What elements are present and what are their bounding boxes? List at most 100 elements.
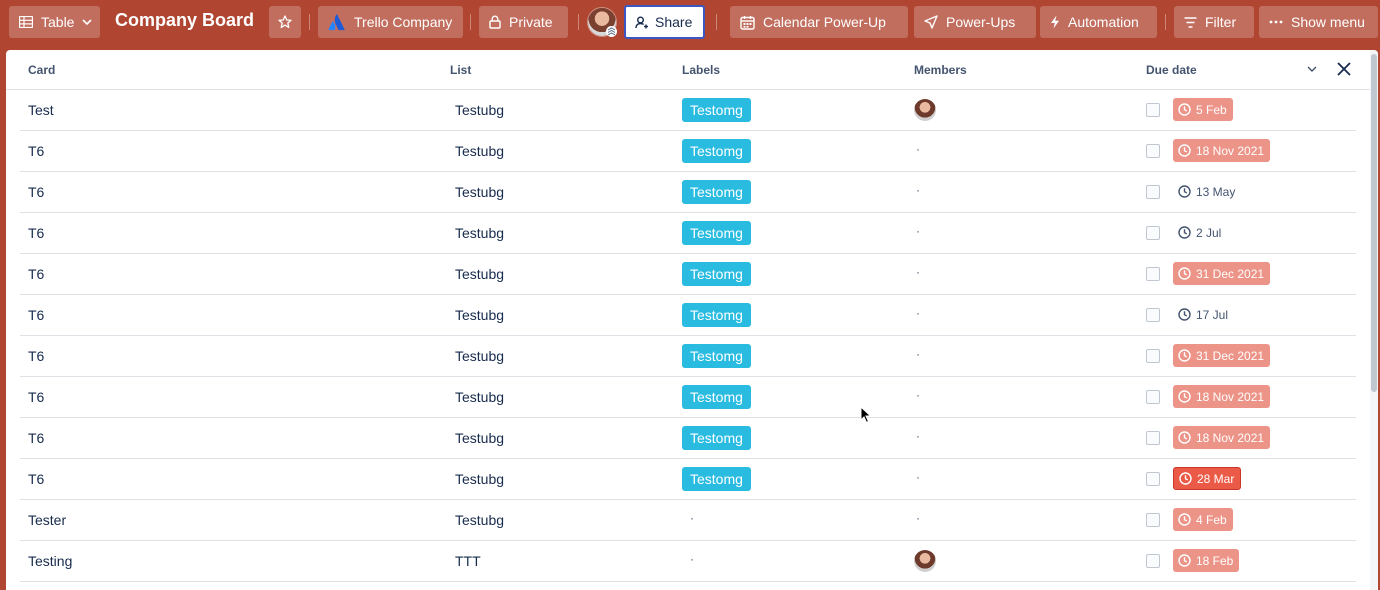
due-date-badge[interactable]: 18 Feb	[1173, 549, 1240, 572]
table-row[interactable]: Testing TTT · 18 Feb	[20, 541, 1356, 582]
card-name[interactable]: T6	[28, 430, 44, 446]
table-row[interactable]: T6 Testubg Testomg · 17 Jul	[20, 295, 1356, 336]
list-name[interactable]: Testubg	[455, 430, 504, 446]
list-name[interactable]: Testubg	[455, 102, 504, 118]
list-name[interactable]: TTT	[455, 553, 481, 569]
card-name[interactable]: T6	[28, 389, 44, 405]
due-complete-checkbox[interactable]	[1146, 472, 1160, 486]
close-icon[interactable]	[1337, 62, 1351, 76]
table-row[interactable]: T6 Testubg Testomg · 31 Dec 2021	[20, 254, 1356, 295]
list-name[interactable]: Testubg	[455, 307, 504, 323]
table-row[interactable]: T6 Testubg Testomg · 18 Nov 2021	[20, 418, 1356, 459]
chevron-down-icon[interactable]	[1307, 66, 1317, 72]
due-complete-checkbox[interactable]	[1146, 226, 1160, 240]
scrollbar-thumb[interactable]	[1371, 54, 1377, 392]
label-chip[interactable]: Testomg	[682, 385, 751, 409]
label-chip[interactable]: Testomg	[682, 139, 751, 163]
list-name[interactable]: Testubg	[455, 143, 504, 159]
empty-members-placeholder[interactable]: ·	[916, 511, 920, 525]
table-row[interactable]: T6 Testubg Testomg · 18 Nov 2021	[20, 131, 1356, 172]
due-complete-checkbox[interactable]	[1146, 308, 1160, 322]
empty-members-placeholder[interactable]: ·	[916, 183, 920, 197]
due-date-badge[interactable]: 17 Jul	[1173, 303, 1234, 326]
due-complete-checkbox[interactable]	[1146, 431, 1160, 445]
due-complete-checkbox[interactable]	[1146, 554, 1160, 568]
filter-button[interactable]: Filter	[1174, 6, 1254, 38]
star-button[interactable]	[269, 6, 301, 38]
due-date-badge[interactable]: 28 Mar	[1173, 467, 1242, 490]
due-complete-checkbox[interactable]	[1146, 144, 1160, 158]
due-complete-checkbox[interactable]	[1146, 390, 1160, 404]
label-chip[interactable]: Testomg	[682, 262, 751, 286]
member-avatar[interactable]	[914, 99, 936, 121]
table-row[interactable]: T6 Testubg Testomg · 31 Dec 2021	[20, 336, 1356, 377]
powerups-button[interactable]: Power-Ups	[914, 6, 1036, 38]
due-complete-checkbox[interactable]	[1146, 349, 1160, 363]
label-chip[interactable]: Testomg	[682, 426, 751, 450]
card-name[interactable]: T6	[28, 225, 44, 241]
calendar-powerup-button[interactable]: Calendar Power-Up	[730, 6, 908, 38]
due-complete-checkbox[interactable]	[1146, 513, 1160, 527]
label-chip[interactable]: Testomg	[682, 303, 751, 327]
board-title[interactable]: Company Board	[115, 10, 254, 31]
due-complete-checkbox[interactable]	[1146, 267, 1160, 281]
due-complete-checkbox[interactable]	[1146, 185, 1160, 199]
table-row[interactable]: T6 Testubg Testomg · 18 Nov 2021	[20, 377, 1356, 418]
label-chip[interactable]: Testomg	[682, 98, 751, 122]
empty-members-placeholder[interactable]: ·	[916, 470, 920, 484]
workspace-button[interactable]: Trello Company	[318, 6, 463, 38]
due-date-badge[interactable]: 2 Jul	[1173, 221, 1227, 244]
list-name[interactable]: Testubg	[455, 512, 504, 528]
card-name[interactable]: Tester	[28, 512, 66, 528]
due-date-badge[interactable]: 13 May	[1173, 180, 1241, 203]
table-row[interactable]: Test Testubg Testomg 5 Feb	[20, 90, 1356, 131]
member-avatar[interactable]	[914, 550, 936, 572]
column-header-members[interactable]: Members	[914, 63, 967, 77]
empty-members-placeholder[interactable]: ·	[916, 347, 920, 361]
column-header-card[interactable]: Card	[28, 63, 55, 77]
due-date-badge[interactable]: 31 Dec 2021	[1173, 262, 1271, 285]
column-header-due-date[interactable]: Due date	[1146, 63, 1197, 77]
column-header-list[interactable]: List	[450, 63, 471, 77]
table-row[interactable]: T6 Testubg Testomg · 28 Mar	[20, 459, 1356, 500]
show-menu-button[interactable]: Show menu	[1259, 6, 1378, 38]
due-complete-checkbox[interactable]	[1146, 103, 1160, 117]
due-date-badge[interactable]: 18 Nov 2021	[1173, 426, 1271, 449]
label-chip[interactable]: Testomg	[682, 180, 751, 204]
due-date-badge[interactable]: 31 Dec 2021	[1173, 344, 1271, 367]
empty-members-placeholder[interactable]: ·	[916, 429, 920, 443]
due-date-badge[interactable]: 4 Feb	[1173, 508, 1233, 531]
card-name[interactable]: T6	[28, 143, 44, 159]
empty-members-placeholder[interactable]: ·	[916, 306, 920, 320]
empty-members-placeholder[interactable]: ·	[916, 265, 920, 279]
share-button[interactable]: Share	[624, 5, 706, 39]
empty-members-placeholder[interactable]: ·	[916, 224, 920, 238]
card-name[interactable]: Test	[28, 102, 54, 118]
table-row[interactable]: T6 Testubg Testomg · 13 May	[20, 172, 1356, 213]
card-name[interactable]: T6	[28, 184, 44, 200]
visibility-button[interactable]: Private	[479, 6, 568, 38]
empty-members-placeholder[interactable]: ·	[916, 388, 920, 402]
card-name[interactable]: Testing	[28, 553, 72, 569]
due-date-badge[interactable]: 18 Nov 2021	[1173, 385, 1271, 408]
list-name[interactable]: Testubg	[455, 348, 504, 364]
list-name[interactable]: Testubg	[455, 389, 504, 405]
card-name[interactable]: T6	[28, 471, 44, 487]
card-name[interactable]: T6	[28, 307, 44, 323]
label-chip[interactable]: Testomg	[682, 467, 751, 491]
label-chip[interactable]: Testomg	[682, 221, 751, 245]
label-chip[interactable]: Testomg	[682, 344, 751, 368]
table-row[interactable]: T6 Testubg Testomg · 2 Jul	[20, 213, 1356, 254]
automation-button[interactable]: Automation	[1040, 6, 1157, 38]
table-row[interactable]: Tester Testubg · · 4 Feb	[20, 500, 1356, 541]
empty-labels-placeholder[interactable]: ·	[690, 552, 694, 566]
empty-members-placeholder[interactable]: ·	[916, 142, 920, 156]
empty-labels-placeholder[interactable]: ·	[690, 511, 694, 525]
card-name[interactable]: T6	[28, 348, 44, 364]
list-name[interactable]: Testubg	[455, 266, 504, 282]
due-date-badge[interactable]: 5 Feb	[1173, 98, 1233, 121]
column-header-labels[interactable]: Labels	[682, 63, 720, 77]
list-name[interactable]: Testubg	[455, 471, 504, 487]
due-date-badge[interactable]: 18 Nov 2021	[1173, 139, 1271, 162]
list-name[interactable]: Testubg	[455, 184, 504, 200]
